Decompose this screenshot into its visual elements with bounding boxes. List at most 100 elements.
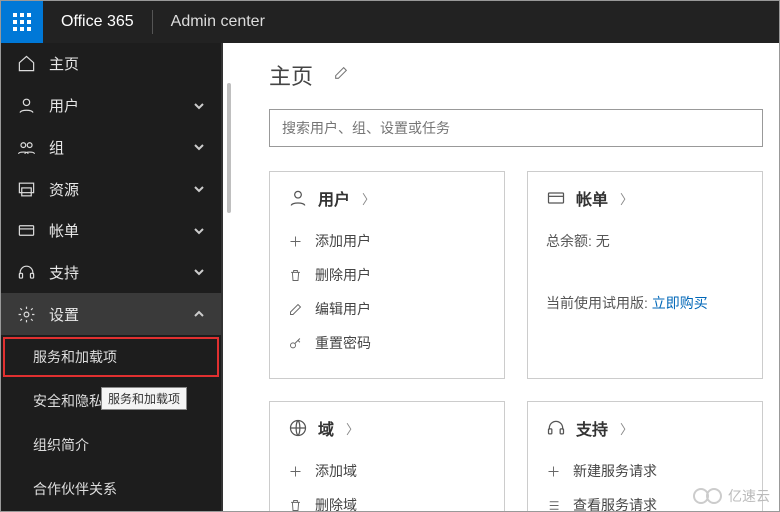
list-icon <box>546 498 561 512</box>
sidebar-sub-security-privacy[interactable]: 安全和隐私 服务和加载项 <box>1 379 221 423</box>
balance-line: 总余额: 无 <box>546 224 744 258</box>
action-label: 删除域 <box>315 495 357 511</box>
trash-icon <box>288 268 303 283</box>
sidebar-item-resources[interactable]: 资源 <box>1 168 221 210</box>
card-support-header[interactable]: 支持 〉 <box>546 416 744 440</box>
sidebar-item-groups[interactable]: 组 <box>1 126 221 168</box>
user-icon <box>288 188 308 208</box>
chevron-right-icon: 〉 <box>362 189 375 208</box>
card-title: 支持 <box>576 416 608 440</box>
pencil-icon[interactable] <box>333 65 349 86</box>
action-new-service-request[interactable]: 新建服务请求 <box>546 454 744 488</box>
balance-label: 总余额: <box>546 233 592 249</box>
action-reset-password[interactable]: 重置密码 <box>288 326 486 360</box>
sidebar-sub-services-addins[interactable]: 服务和加载项 <box>1 335 221 379</box>
sidebar-item-label: 主页 <box>49 53 207 74</box>
buy-now-link[interactable]: 立即购买 <box>652 295 708 311</box>
groups-icon <box>15 138 37 157</box>
card-users-header[interactable]: 用户 〉 <box>288 186 486 210</box>
card-users: 用户 〉 添加用户 删除用户 编辑用户 <box>269 171 505 379</box>
chevron-right-icon: 〉 <box>620 419 633 438</box>
card-domain-header[interactable]: 域 〉 <box>288 416 486 440</box>
trial-prefix: 当前使用试用版: <box>546 295 648 311</box>
search-input[interactable] <box>282 120 750 136</box>
action-add-domain[interactable]: 添加域 <box>288 454 486 488</box>
sidebar-resize-handle[interactable] <box>227 83 231 213</box>
app-launcher-button[interactable] <box>1 1 43 43</box>
card-billing-header[interactable]: 帐单 〉 <box>546 186 744 210</box>
headset-icon <box>15 263 37 282</box>
sidebar-edge <box>221 43 235 511</box>
action-label: 查看服务请求 <box>573 495 657 511</box>
chevron-up-icon <box>193 307 207 321</box>
chevron-down-icon <box>193 140 207 154</box>
plus-icon <box>288 464 303 479</box>
action-delete-domain[interactable]: 删除域 <box>288 488 486 511</box>
action-delete-user[interactable]: 删除用户 <box>288 258 486 292</box>
action-label: 编辑用户 <box>315 299 371 319</box>
gear-icon <box>15 305 37 324</box>
sidebar-sub-label: 安全和隐私 <box>33 393 103 409</box>
sidebar-item-home[interactable]: 主页 <box>1 43 221 85</box>
trial-line: 当前使用试用版: 立即购买 <box>546 286 744 320</box>
action-label: 添加用户 <box>315 231 371 251</box>
watermark: 亿速云 <box>693 486 770 506</box>
globe-icon <box>288 418 308 438</box>
chevron-down-icon <box>193 182 207 196</box>
page-title: 主页 <box>269 59 313 91</box>
pencil-icon <box>288 302 303 317</box>
action-label: 新建服务请求 <box>573 461 657 481</box>
chevron-right-icon: 〉 <box>620 189 633 208</box>
waffle-icon <box>13 13 31 31</box>
chevron-down-icon <box>193 224 207 238</box>
chevron-down-icon <box>193 99 207 113</box>
action-edit-user[interactable]: 编辑用户 <box>288 292 486 326</box>
chevron-down-icon <box>193 265 207 279</box>
action-label: 添加域 <box>315 461 357 481</box>
card-title: 域 <box>318 416 334 440</box>
sidebar-item-users[interactable]: 用户 <box>1 85 221 127</box>
key-icon <box>288 336 303 351</box>
sidebar-item-label: 用户 <box>49 95 193 116</box>
plus-icon <box>546 464 561 479</box>
billing-icon <box>15 221 37 240</box>
card-billing: 帐单 〉 总余额: 无 当前使用试用版: 立即购买 <box>527 171 763 379</box>
sidebar-sub-label: 合作伙伴关系 <box>33 481 117 497</box>
home-icon <box>15 54 37 73</box>
balance-value: 无 <box>596 233 610 249</box>
plus-icon <box>288 234 303 249</box>
top-bar: Office 365 Admin center <box>1 1 779 43</box>
sidebar-sub-label: 服务和加载项 <box>33 349 117 365</box>
sidebar-item-label: 设置 <box>49 304 193 325</box>
brand-label[interactable]: Office 365 <box>43 13 152 31</box>
sidebar-item-settings[interactable]: 设置 <box>1 293 221 335</box>
card-title: 帐单 <box>576 186 608 210</box>
resources-icon <box>15 180 37 199</box>
sidebar-item-billing[interactable]: 帐单 <box>1 210 221 252</box>
action-label: 删除用户 <box>315 265 371 285</box>
sidebar: 主页 用户 组 资源 帐单 <box>1 43 221 511</box>
sidebar-item-label: 资源 <box>49 179 193 200</box>
app-title: Admin center <box>153 13 283 31</box>
billing-icon <box>546 188 566 208</box>
trash-icon <box>288 498 303 512</box>
tooltip: 服务和加载项 <box>101 387 187 410</box>
sidebar-item-label: 支持 <box>49 262 193 283</box>
watermark-circle-icon <box>706 488 722 504</box>
card-title: 用户 <box>318 186 350 210</box>
card-domain: 域 〉 添加域 删除域 编辑域 <box>269 401 505 511</box>
action-label: 重置密码 <box>315 333 371 353</box>
watermark-text: 亿速云 <box>728 486 770 506</box>
sidebar-item-label: 组 <box>49 137 193 158</box>
sidebar-item-support[interactable]: 支持 <box>1 252 221 294</box>
user-icon <box>15 96 37 115</box>
search-box[interactable] <box>269 109 763 147</box>
sidebar-sub-label: 组织简介 <box>33 437 89 453</box>
action-add-user[interactable]: 添加用户 <box>288 224 486 258</box>
sidebar-item-label: 帐单 <box>49 220 193 241</box>
sidebar-sub-partner-relations[interactable]: 合作伙伴关系 <box>1 467 221 511</box>
chevron-right-icon: 〉 <box>346 419 359 438</box>
sidebar-sub-org-profile[interactable]: 组织简介 <box>1 423 221 467</box>
headset-icon <box>546 418 566 438</box>
main-content: 主页 用户 〉 添加用户 <box>235 43 779 511</box>
